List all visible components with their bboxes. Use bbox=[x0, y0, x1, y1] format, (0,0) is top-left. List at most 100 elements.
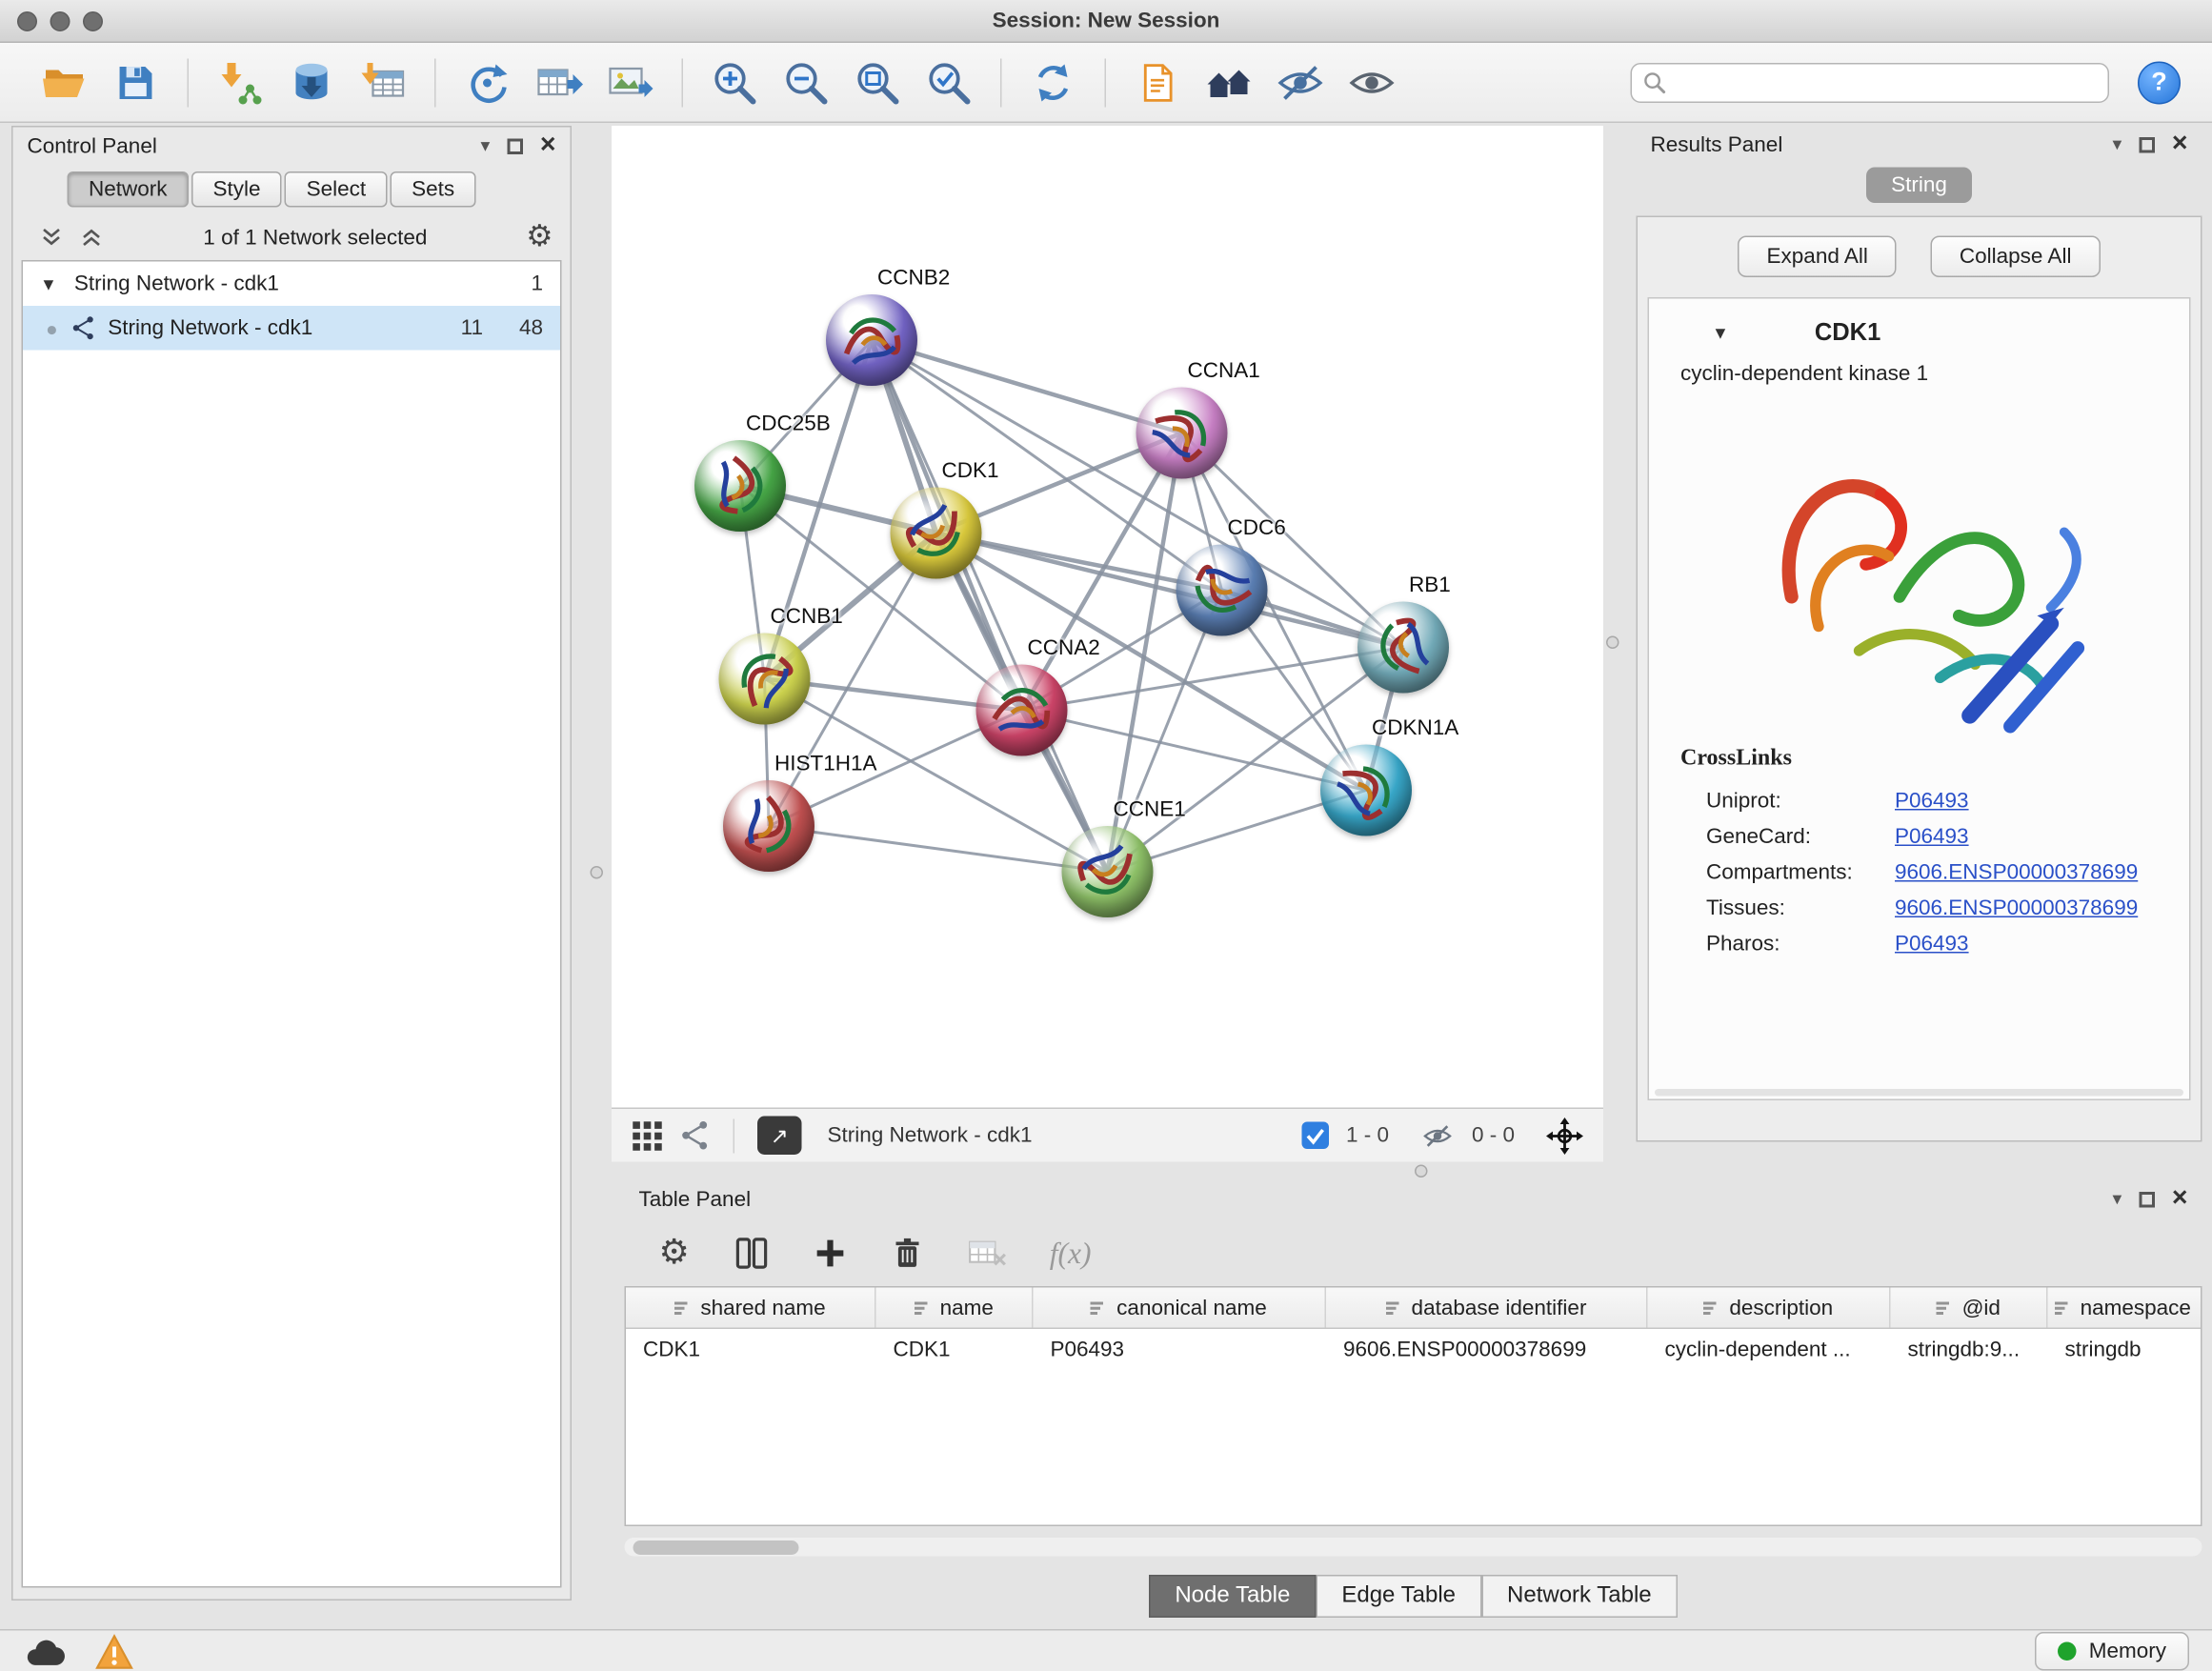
network-node-ccna1[interactable] bbox=[1136, 388, 1228, 479]
main-toolbar: ? bbox=[0, 43, 2212, 123]
expand-all-button[interactable]: Expand All bbox=[1739, 236, 1897, 278]
column-header-shared-name[interactable]: shared name bbox=[626, 1288, 876, 1328]
memory-button[interactable]: Memory bbox=[2035, 1632, 2189, 1671]
tab-node-table[interactable]: Node Table bbox=[1149, 1575, 1316, 1618]
tab-sets[interactable]: Sets bbox=[391, 171, 476, 208]
cloud-icon[interactable] bbox=[23, 1634, 66, 1668]
import-table-button[interactable] bbox=[351, 50, 416, 115]
warning-icon[interactable] bbox=[94, 1633, 134, 1670]
glyphs-off-button[interactable] bbox=[1268, 50, 1334, 115]
zoom-window-button[interactable] bbox=[83, 11, 103, 31]
glyphs-on-button[interactable] bbox=[1339, 50, 1405, 115]
column-header-name[interactable]: name bbox=[876, 1288, 1034, 1328]
tab-network[interactable]: Network bbox=[68, 171, 190, 208]
panel-menu-icon[interactable]: ▾ bbox=[2113, 1188, 2122, 1211]
new-network-button[interactable] bbox=[454, 50, 520, 115]
crosslink-genecard-link[interactable]: P06493 bbox=[1895, 825, 1969, 850]
collapse-all-icon[interactable] bbox=[39, 226, 65, 249]
network-canvas[interactable]: CCNB2 CCNA1 CDC25B CDK1 CDC6 RB1 CCNB1 C… bbox=[612, 126, 1603, 1108]
close-panel-icon[interactable]: × bbox=[540, 136, 556, 156]
help-button[interactable]: ? bbox=[2138, 61, 2181, 104]
horizontal-splitter-handle[interactable] bbox=[1415, 1165, 1428, 1178]
network-node-ccnb1[interactable] bbox=[719, 634, 811, 725]
network-node-cdc6[interactable] bbox=[1176, 545, 1268, 636]
left-splitter-handle[interactable] bbox=[591, 866, 604, 879]
toolbar-separator bbox=[682, 58, 684, 107]
close-window-button[interactable] bbox=[17, 11, 37, 31]
zoom-fit-button[interactable] bbox=[845, 50, 911, 115]
results-scrollbar[interactable] bbox=[1655, 1089, 2183, 1097]
crosslink-compartments-link[interactable]: 9606.ENSP00000378699 bbox=[1895, 860, 2138, 885]
open-in-new-button[interactable]: ↗ bbox=[757, 1117, 802, 1156]
table-row[interactable]: CDK1 CDK1 P06493 9606.ENSP00000378699 cy… bbox=[626, 1329, 2201, 1369]
float-panel-icon[interactable] bbox=[2139, 136, 2155, 152]
tab-select[interactable]: Select bbox=[285, 171, 388, 208]
save-session-button[interactable] bbox=[103, 50, 169, 115]
export-image-button[interactable] bbox=[597, 50, 663, 115]
add-column-button[interactable] bbox=[813, 1237, 847, 1271]
network-collection-row[interactable]: ▼ String Network - cdk1 1 bbox=[23, 262, 560, 307]
network-edge[interactable] bbox=[872, 340, 1108, 872]
apply-layout-button[interactable] bbox=[1020, 50, 1086, 115]
column-header-id[interactable]: @id bbox=[1891, 1288, 2048, 1328]
pan-crosshair-icon[interactable] bbox=[1546, 1117, 1583, 1154]
column-header-canonical-name[interactable]: canonical name bbox=[1034, 1288, 1327, 1328]
right-splitter-handle[interactable] bbox=[1606, 636, 1619, 650]
selected-checkbox-icon[interactable] bbox=[1301, 1122, 1329, 1150]
network-node-rb1[interactable] bbox=[1357, 602, 1449, 694]
panel-menu-icon[interactable]: ▾ bbox=[2113, 133, 2122, 156]
column-header-namespace[interactable]: namespace bbox=[2048, 1288, 2199, 1328]
disclosure-triangle-icon[interactable]: ▼ bbox=[40, 273, 57, 293]
float-panel-icon[interactable] bbox=[507, 138, 523, 154]
close-panel-icon[interactable]: × bbox=[2172, 1189, 2188, 1209]
network-node-cdk1[interactable] bbox=[891, 488, 982, 579]
export-table-button[interactable] bbox=[526, 50, 592, 115]
crosslink-pharos-link[interactable]: P06493 bbox=[1895, 932, 1969, 956]
cell-name: CDK1 bbox=[876, 1337, 1034, 1361]
collapse-all-button[interactable]: Collapse All bbox=[1931, 236, 2101, 278]
network-node-label: CCNA1 bbox=[1188, 359, 1260, 384]
hidden-eye-slash-icon[interactable] bbox=[1420, 1121, 1455, 1150]
network-node-cdc25b[interactable] bbox=[694, 440, 786, 532]
network-node-hist1h1a[interactable] bbox=[723, 780, 814, 872]
results-panel-title: Results Panel bbox=[1651, 132, 1783, 157]
delete-table-button-disabled[interactable] bbox=[967, 1237, 1007, 1271]
tab-network-table[interactable]: Network Table bbox=[1481, 1575, 1678, 1618]
crosslink-tissues-link[interactable]: 9606.ENSP00000378699 bbox=[1895, 896, 2138, 921]
close-panel-icon[interactable]: × bbox=[2172, 134, 2188, 154]
tab-edge-table[interactable]: Edge Table bbox=[1316, 1575, 1481, 1618]
open-session-button[interactable] bbox=[31, 50, 97, 115]
crosslink-uniprot-link[interactable]: P06493 bbox=[1895, 789, 1969, 814]
network-node-ccna2[interactable] bbox=[976, 665, 1068, 756]
column-header-database-identifier[interactable]: database identifier bbox=[1326, 1288, 1648, 1328]
zoom-out-button[interactable] bbox=[774, 50, 839, 115]
import-network-database-button[interactable] bbox=[279, 50, 345, 115]
scrollbar-thumb[interactable] bbox=[633, 1540, 799, 1554]
document-report-button[interactable] bbox=[1125, 50, 1191, 115]
zoom-in-button[interactable] bbox=[702, 50, 768, 115]
birdseye-grid-icon[interactable] bbox=[632, 1119, 663, 1151]
network-node-cdkn1a[interactable] bbox=[1320, 745, 1412, 836]
column-header-description[interactable]: description bbox=[1648, 1288, 1891, 1328]
float-panel-icon[interactable] bbox=[2139, 1191, 2155, 1207]
import-network-file-button[interactable] bbox=[208, 50, 273, 115]
string-home-button[interactable] bbox=[1196, 50, 1262, 115]
search-input[interactable] bbox=[1677, 70, 2097, 95]
panel-menu-icon[interactable]: ▾ bbox=[481, 134, 491, 157]
string-tab[interactable]: String bbox=[1867, 168, 1972, 204]
delete-column-button[interactable] bbox=[890, 1235, 924, 1272]
network-row-selected[interactable]: ● String Network - cdk1 11 48 bbox=[23, 306, 560, 351]
minimize-window-button[interactable] bbox=[50, 11, 70, 31]
function-builder-button[interactable]: f(x) bbox=[1050, 1236, 1092, 1272]
expand-all-icon[interactable] bbox=[79, 226, 105, 249]
zoom-selected-button[interactable] bbox=[916, 50, 982, 115]
network-node-ccne1[interactable] bbox=[1062, 826, 1154, 917]
show-columns-button[interactable] bbox=[733, 1235, 770, 1272]
network-node-ccnb2[interactable] bbox=[826, 294, 917, 386]
gear-icon[interactable]: ⚙ bbox=[526, 225, 553, 251]
tab-style[interactable]: Style bbox=[191, 171, 282, 208]
cell-database-identifier: 9606.ENSP00000378699 bbox=[1326, 1337, 1648, 1361]
section-disclosure-icon[interactable]: ▼ bbox=[1712, 323, 1729, 343]
table-settings-gear-icon[interactable]: ⚙ bbox=[659, 1240, 690, 1266]
share-network-icon[interactable] bbox=[680, 1120, 711, 1151]
